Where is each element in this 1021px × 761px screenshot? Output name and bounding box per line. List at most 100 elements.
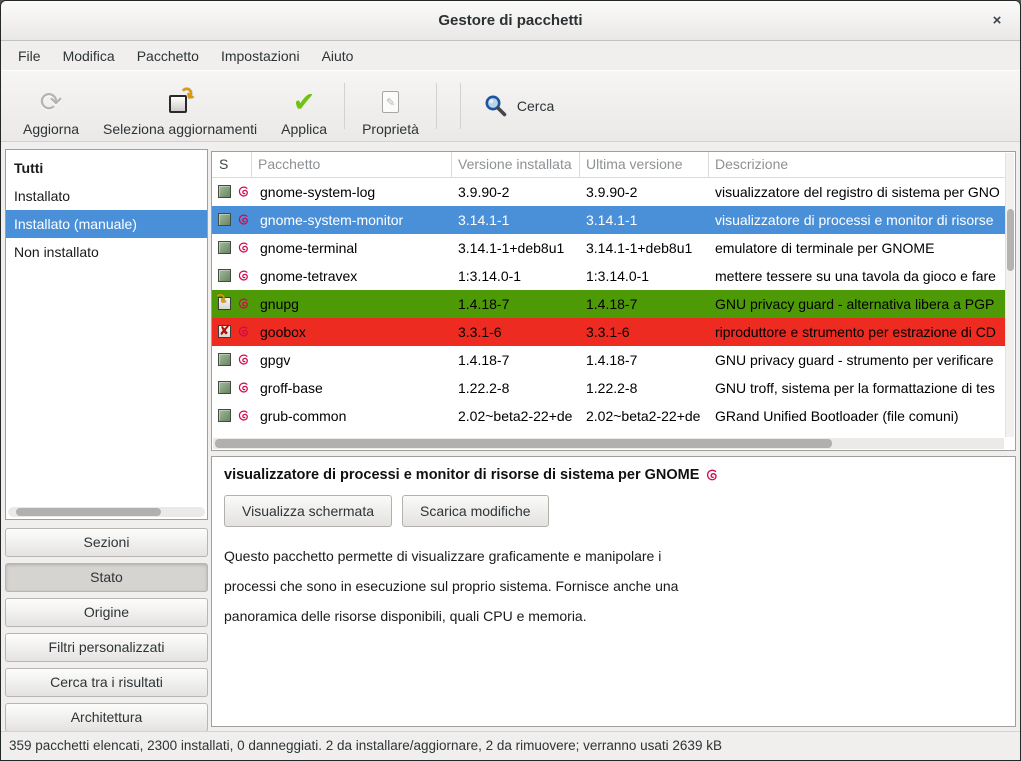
installed-version: 3.14.1-1+deb8u1 — [452, 240, 580, 256]
table-row[interactable]: gnome-tetravex 1:3.14.0-1 1:3.14.0-1 met… — [212, 262, 1005, 290]
debian-swirl-icon — [237, 353, 251, 367]
toolbar: ⟳ Aggiorna ↷ Seleziona aggiornamenti ✔ A… — [1, 70, 1020, 142]
sections-button[interactable]: Sezioni — [5, 528, 208, 557]
package-name: gnome-system-log — [252, 184, 452, 200]
details-buttons: Visualizza schermata Scarica modifiche — [224, 495, 1003, 527]
status-cell — [212, 402, 252, 430]
toolbar-separator — [344, 83, 345, 129]
table-row[interactable]: groff-base 1.22.2-8 1.22.2-8 GNU troff, … — [212, 374, 1005, 402]
latest-version: 1.4.18-7 — [580, 352, 709, 368]
menu-modifica[interactable]: Modifica — [52, 42, 126, 70]
package-name: goobox — [252, 324, 452, 340]
package-name: grub-common — [252, 408, 452, 424]
origin-button[interactable]: Origine — [5, 598, 208, 627]
filter-list-hscrollbar[interactable] — [8, 507, 205, 517]
latest-version: 1.22.2-8 — [580, 380, 709, 396]
package-description: visualizzatore del registro di sistema p… — [709, 184, 1005, 200]
table-vscrollbar[interactable] — [1005, 153, 1014, 437]
get-screenshot-button[interactable]: Visualizza schermata — [224, 495, 392, 527]
package-description: emulatore di terminale per GNOME — [709, 240, 1005, 256]
package-description: visualizzatore di processi e monitor di … — [709, 212, 1005, 228]
scrollbar-thumb[interactable] — [215, 439, 832, 448]
debian-swirl-icon — [237, 325, 251, 339]
menu-file[interactable]: File — [7, 42, 52, 70]
installed-status-icon — [218, 353, 231, 366]
properties-label: Proprietà — [362, 121, 419, 137]
menu-aiuto[interactable]: Aiuto — [311, 42, 365, 70]
package-name: gnupg — [252, 296, 452, 312]
menubar: File Modifica Pacchetto Impostazioni Aiu… — [1, 42, 1020, 70]
mark-all-upgrades-button[interactable]: ↷ Seleziona aggiornamenti — [91, 75, 269, 137]
description-line: processi che sono in esecuzione sul prop… — [224, 571, 1003, 601]
properties-document-icon — [382, 91, 399, 113]
custom-filters-button[interactable]: Filtri personalizzati — [5, 633, 208, 662]
titlebar[interactable]: Gestore di pacchetti × — [1, 1, 1020, 41]
close-icon[interactable]: × — [984, 1, 1010, 41]
status-cell — [212, 178, 252, 206]
installed-status-icon — [218, 409, 231, 422]
column-header-description[interactable]: Descrizione — [709, 152, 1005, 177]
installed-version: 3.14.1-1 — [452, 212, 580, 228]
status-cell — [212, 374, 252, 402]
search-label: Cerca — [517, 98, 554, 114]
debian-swirl-icon — [237, 269, 251, 283]
reload-label: Aggiorna — [23, 121, 79, 137]
scrollbar-thumb[interactable] — [1007, 209, 1014, 271]
debian-swirl-icon — [237, 185, 251, 199]
filter-item-installato[interactable]: Installato — [6, 182, 207, 210]
table-row-marked-remove[interactable]: ✘ goobox 3.3.1-6 3.3.1-6 riproduttore e … — [212, 318, 1005, 346]
table-row-marked-change[interactable]: ↷ gnupg 1.4.18-7 1.4.18-7 GNU privacy gu… — [212, 290, 1005, 318]
statusbar: 359 pacchetti elencati, 2300 installati,… — [1, 731, 1020, 760]
toolbar-separator — [460, 83, 461, 129]
column-header-status[interactable]: S — [212, 152, 252, 177]
status-cell: ✘ — [212, 318, 252, 346]
table-row[interactable]: grub-common 2.02~beta2-22+de 2.02~beta2-… — [212, 402, 1005, 430]
column-header-latest-version[interactable]: Ultima versione — [580, 152, 709, 177]
installed-version: 1:3.14.0-1 — [452, 268, 580, 284]
installed-version: 2.02~beta2-22+de — [452, 436, 580, 437]
installed-version: 1.22.2-8 — [452, 380, 580, 396]
table-row[interactable]: gnome-terminal 3.14.1-1+deb8u1 3.14.1-1+… — [212, 234, 1005, 262]
installed-version: 1.4.18-7 — [452, 352, 580, 368]
status-cell — [212, 430, 252, 437]
package-details-pane: visualizzatore di processi e monitor di … — [211, 456, 1016, 727]
package-table: S Pacchetto Versione installata Ultima v… — [211, 151, 1016, 451]
menu-impostazioni[interactable]: Impostazioni — [210, 42, 311, 70]
get-changelog-button[interactable]: Scarica modifiche — [402, 495, 549, 527]
table-row-selected[interactable]: gnome-system-monitor 3.14.1-1 3.14.1-1 v… — [212, 206, 1005, 234]
filter-item-installato-manuale[interactable]: Installato (manuale) — [6, 210, 207, 238]
filter-category-buttons: Sezioni Stato Origine Filtri personalizz… — [5, 528, 208, 738]
status-button[interactable]: Stato — [5, 563, 208, 592]
column-header-package[interactable]: Pacchetto — [252, 152, 452, 177]
package-manager-window: Gestore di pacchetti × File Modifica Pac… — [0, 0, 1021, 761]
window-title: Gestore di pacchetti — [1, 1, 1020, 41]
status-cell: ↷ — [212, 290, 252, 318]
installed-version: 3.3.1-6 — [452, 324, 580, 340]
package-description: GNU troff, sistema per la formattazione … — [709, 380, 1005, 396]
table-body: gnome-system-log 3.9.90-2 3.9.90-2 visua… — [212, 178, 1005, 437]
filter-item-non-installato[interactable]: Non installato — [6, 238, 207, 266]
architecture-button[interactable]: Architettura — [5, 703, 208, 732]
package-description: mettere tessere su una tavola da gioco e… — [709, 268, 1005, 284]
search-icon — [484, 94, 508, 118]
search-results-button[interactable]: Cerca tra i risultati — [5, 668, 208, 697]
filter-item-tutti[interactable]: Tutti — [6, 154, 207, 182]
reload-button[interactable]: ⟳ Aggiorna — [11, 75, 91, 137]
table-row[interactable]: grub-pc 2.02~beta2-22+de 2.02~beta2-22+d… — [212, 430, 1005, 437]
apply-label: Applica — [281, 121, 327, 137]
debian-swirl-icon — [237, 297, 251, 311]
table-row[interactable]: gnome-system-log 3.9.90-2 3.9.90-2 visua… — [212, 178, 1005, 206]
package-name: gnome-system-monitor — [252, 212, 452, 228]
table-row[interactable]: gpgv 1.4.18-7 1.4.18-7 GNU privacy guard… — [212, 346, 1005, 374]
table-hscrollbar[interactable] — [213, 438, 1004, 449]
properties-button[interactable]: Proprietà — [350, 75, 431, 137]
search-button[interactable]: Cerca — [474, 75, 564, 137]
apply-button[interactable]: ✔ Applica — [269, 75, 339, 137]
mark-upgrades-icon: ↷ — [169, 91, 191, 113]
menu-pacchetto[interactable]: Pacchetto — [126, 42, 210, 70]
scrollbar-thumb[interactable] — [16, 508, 161, 516]
latest-version: 1.4.18-7 — [580, 296, 709, 312]
column-header-installed-version[interactable]: Versione installata — [452, 152, 580, 177]
package-description: GRand Unified Bootloader, versione 2 (ve… — [709, 436, 1005, 437]
package-name: gnome-terminal — [252, 240, 452, 256]
